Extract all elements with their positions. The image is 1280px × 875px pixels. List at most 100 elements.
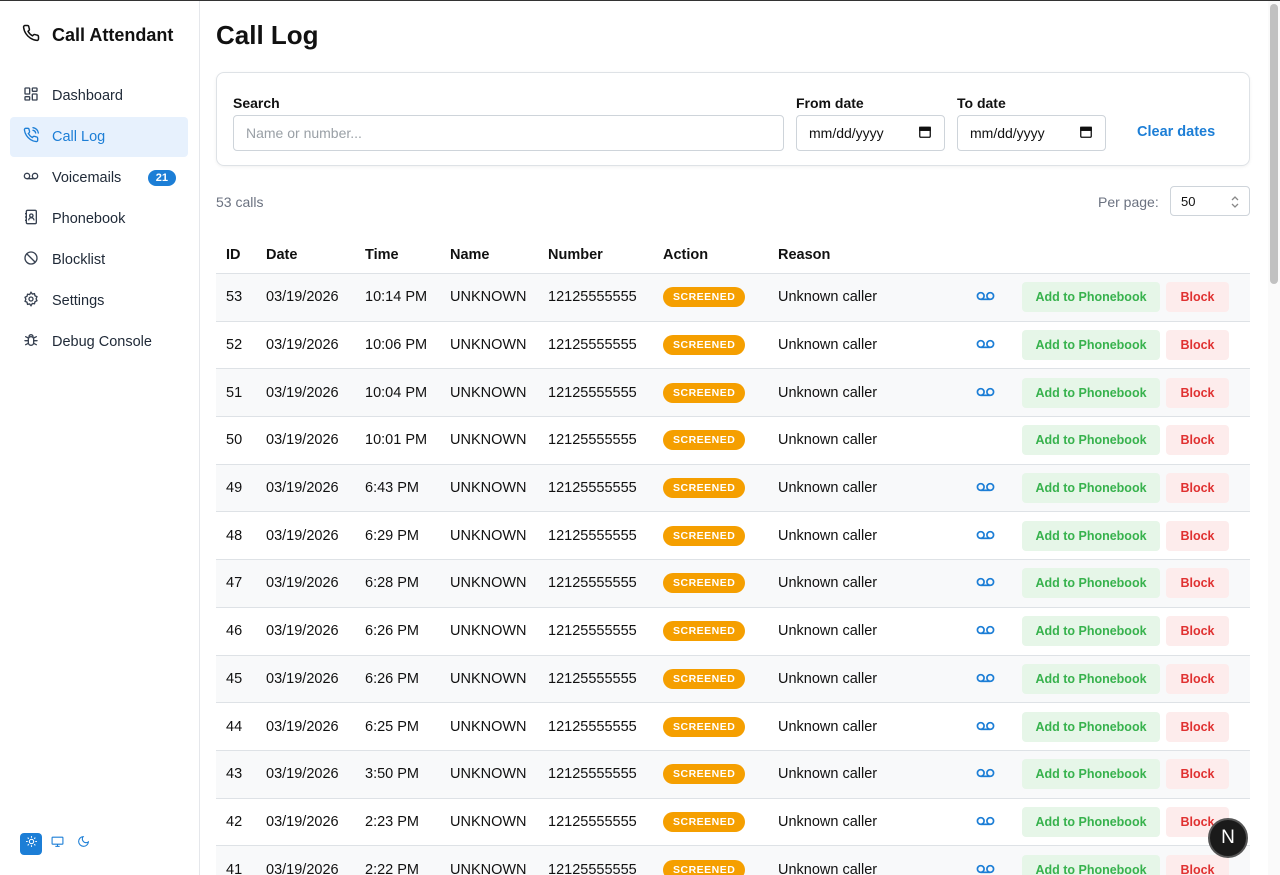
action-badge: SCREENED xyxy=(663,287,746,308)
cell-number: 12125555555 xyxy=(548,432,637,449)
add-to-phonebook-button[interactable]: Add to Phonebook xyxy=(1022,759,1160,790)
table-row: 48 03/19/2026 6:29 PM UNKNOWN 12125555555 Unk… xyxy=(216,512,1250,561)
sidebar: Call Attendant Dashboard Call Log Voicem… xyxy=(0,0,200,875)
cell-date: 03/19/2026 xyxy=(266,718,339,735)
add-to-phonebook-button[interactable]: Add to Phonebook xyxy=(1022,711,1160,742)
sidebar-item-blocklist[interactable]: Blocklist xyxy=(10,240,188,280)
add-to-phonebook-button[interactable]: Add to Phonebook xyxy=(1022,330,1160,361)
cell-time: 2:23 PM xyxy=(365,813,419,830)
block-button[interactable]: Block xyxy=(1166,663,1229,694)
voicemail-icon[interactable] xyxy=(976,337,995,353)
sidebar-item-settings[interactable]: Settings xyxy=(10,281,188,321)
voicemail-icon[interactable] xyxy=(976,385,995,401)
block-button[interactable]: Block xyxy=(1166,711,1229,742)
cell-date: 03/19/2026 xyxy=(266,384,339,401)
page-scrollbar[interactable] xyxy=(1268,0,1280,875)
voicemail-icon[interactable] xyxy=(976,862,995,875)
column-header-id[interactable]: ID xyxy=(226,247,241,263)
clear-dates-button[interactable]: Clear dates xyxy=(1137,124,1215,140)
voicemail-icon[interactable] xyxy=(976,719,995,735)
sidebar-item-label: Debug Console xyxy=(52,334,152,350)
scrollbar-thumb[interactable] xyxy=(1270,4,1278,284)
per-page-select[interactable]: 50 xyxy=(1170,186,1250,216)
cell-reason: Unknown caller xyxy=(778,337,878,354)
add-to-phonebook-button[interactable]: Add to Phonebook xyxy=(1022,806,1160,837)
sidebar-item-phonebook[interactable]: Phonebook xyxy=(10,199,188,239)
table-row: 42 03/19/2026 2:23 PM UNKNOWN 12125555555 Unk… xyxy=(216,799,1250,847)
cell-time: 3:50 PM xyxy=(365,766,419,783)
column-header-time[interactable]: Time xyxy=(365,247,399,263)
cell-reason: Unknown caller xyxy=(778,527,878,544)
voicemail-icon[interactable] xyxy=(976,528,995,544)
theme-light-button[interactable] xyxy=(20,833,42,855)
table-row: 53 03/19/2026 10:14 PM UNKNOWN 12125555555 Un… xyxy=(216,274,1250,322)
cell-time: 6:26 PM xyxy=(365,670,419,687)
cell-number: 12125555555 xyxy=(548,623,637,640)
sidebar-item-voicemails[interactable]: Voicemails 21 xyxy=(10,158,188,198)
column-header-number[interactable]: Number xyxy=(548,247,603,263)
voicemail-icon[interactable] xyxy=(976,289,995,305)
add-to-phonebook-button[interactable]: Add to Phonebook xyxy=(1022,377,1160,408)
cell-number: 12125555555 xyxy=(548,813,637,830)
column-header-reason[interactable]: Reason xyxy=(778,247,830,263)
add-to-phonebook-button[interactable]: Add to Phonebook xyxy=(1022,568,1160,599)
cell-id: 48 xyxy=(226,527,243,544)
voicemail-icon[interactable] xyxy=(976,575,995,591)
avatar-letter: N xyxy=(1221,827,1235,848)
from-date-label: From date xyxy=(796,95,864,111)
sidebar-item-debug-console[interactable]: Debug Console xyxy=(10,322,188,362)
per-page-value: 50 xyxy=(1181,193,1196,209)
theme-system-button[interactable] xyxy=(46,833,68,855)
monitor-icon xyxy=(51,835,64,853)
calendar-icon[interactable] xyxy=(918,125,932,142)
add-to-phonebook-button[interactable]: Add to Phonebook xyxy=(1022,854,1160,875)
block-button[interactable]: Block xyxy=(1166,425,1229,456)
voicemail-icon[interactable] xyxy=(976,766,995,782)
brand[interactable]: Call Attendant xyxy=(0,0,199,70)
table-row: 41 03/19/2026 2:22 PM UNKNOWN 12125555555 Unk… xyxy=(216,846,1250,875)
block-button[interactable]: Block xyxy=(1166,854,1229,875)
block-button[interactable]: Block xyxy=(1166,759,1229,790)
search-input[interactable]: Name or number... xyxy=(233,115,784,151)
cell-reason: Unknown caller xyxy=(778,575,878,592)
cell-name: UNKNOWN xyxy=(450,766,527,783)
cell-date: 03/19/2026 xyxy=(266,337,339,354)
add-to-phonebook-button[interactable]: Add to Phonebook xyxy=(1022,663,1160,694)
search-placeholder: Name or number... xyxy=(246,125,362,141)
column-header-date[interactable]: Date xyxy=(266,247,297,263)
voicemail-icon[interactable] xyxy=(976,814,995,830)
cell-time: 6:25 PM xyxy=(365,718,419,735)
cell-time: 10:01 PM xyxy=(365,432,428,449)
add-to-phonebook-button[interactable]: Add to Phonebook xyxy=(1022,425,1160,456)
app-title: Call Attendant xyxy=(52,24,174,45)
cell-reason: Unknown caller xyxy=(778,813,878,830)
add-to-phonebook-button[interactable]: Add to Phonebook xyxy=(1022,520,1160,551)
to-date-input[interactable]: mm/dd/yyyy xyxy=(957,115,1106,151)
block-button[interactable]: Block xyxy=(1166,282,1229,313)
cell-number: 12125555555 xyxy=(548,861,637,875)
voicemail-icon xyxy=(23,168,39,188)
voicemail-icon[interactable] xyxy=(976,623,995,639)
block-button[interactable]: Block xyxy=(1166,473,1229,504)
block-button[interactable]: Block xyxy=(1166,568,1229,599)
theme-dark-button[interactable] xyxy=(72,833,94,855)
voicemail-icon[interactable] xyxy=(976,671,995,687)
window-top-border xyxy=(0,0,1280,1)
main-content: Call Log Search Name or number... From d… xyxy=(216,0,1250,875)
column-header-name[interactable]: Name xyxy=(450,247,490,263)
column-header-action[interactable]: Action xyxy=(663,247,708,263)
block-button[interactable]: Block xyxy=(1166,616,1229,647)
add-to-phonebook-button[interactable]: Add to Phonebook xyxy=(1022,616,1160,647)
calendar-icon[interactable] xyxy=(1079,125,1093,142)
voicemail-icon[interactable] xyxy=(976,480,995,496)
block-button[interactable]: Block xyxy=(1166,330,1229,361)
sidebar-item-dashboard[interactable]: Dashboard xyxy=(10,76,188,116)
block-button[interactable]: Block xyxy=(1166,377,1229,408)
floating-avatar-button[interactable]: N xyxy=(1208,818,1248,858)
block-button[interactable]: Block xyxy=(1166,520,1229,551)
from-date-input[interactable]: mm/dd/yyyy xyxy=(796,115,945,151)
cell-number: 12125555555 xyxy=(548,289,637,306)
add-to-phonebook-button[interactable]: Add to Phonebook xyxy=(1022,473,1160,504)
add-to-phonebook-button[interactable]: Add to Phonebook xyxy=(1022,282,1160,313)
sidebar-item-call-log[interactable]: Call Log xyxy=(10,117,188,157)
